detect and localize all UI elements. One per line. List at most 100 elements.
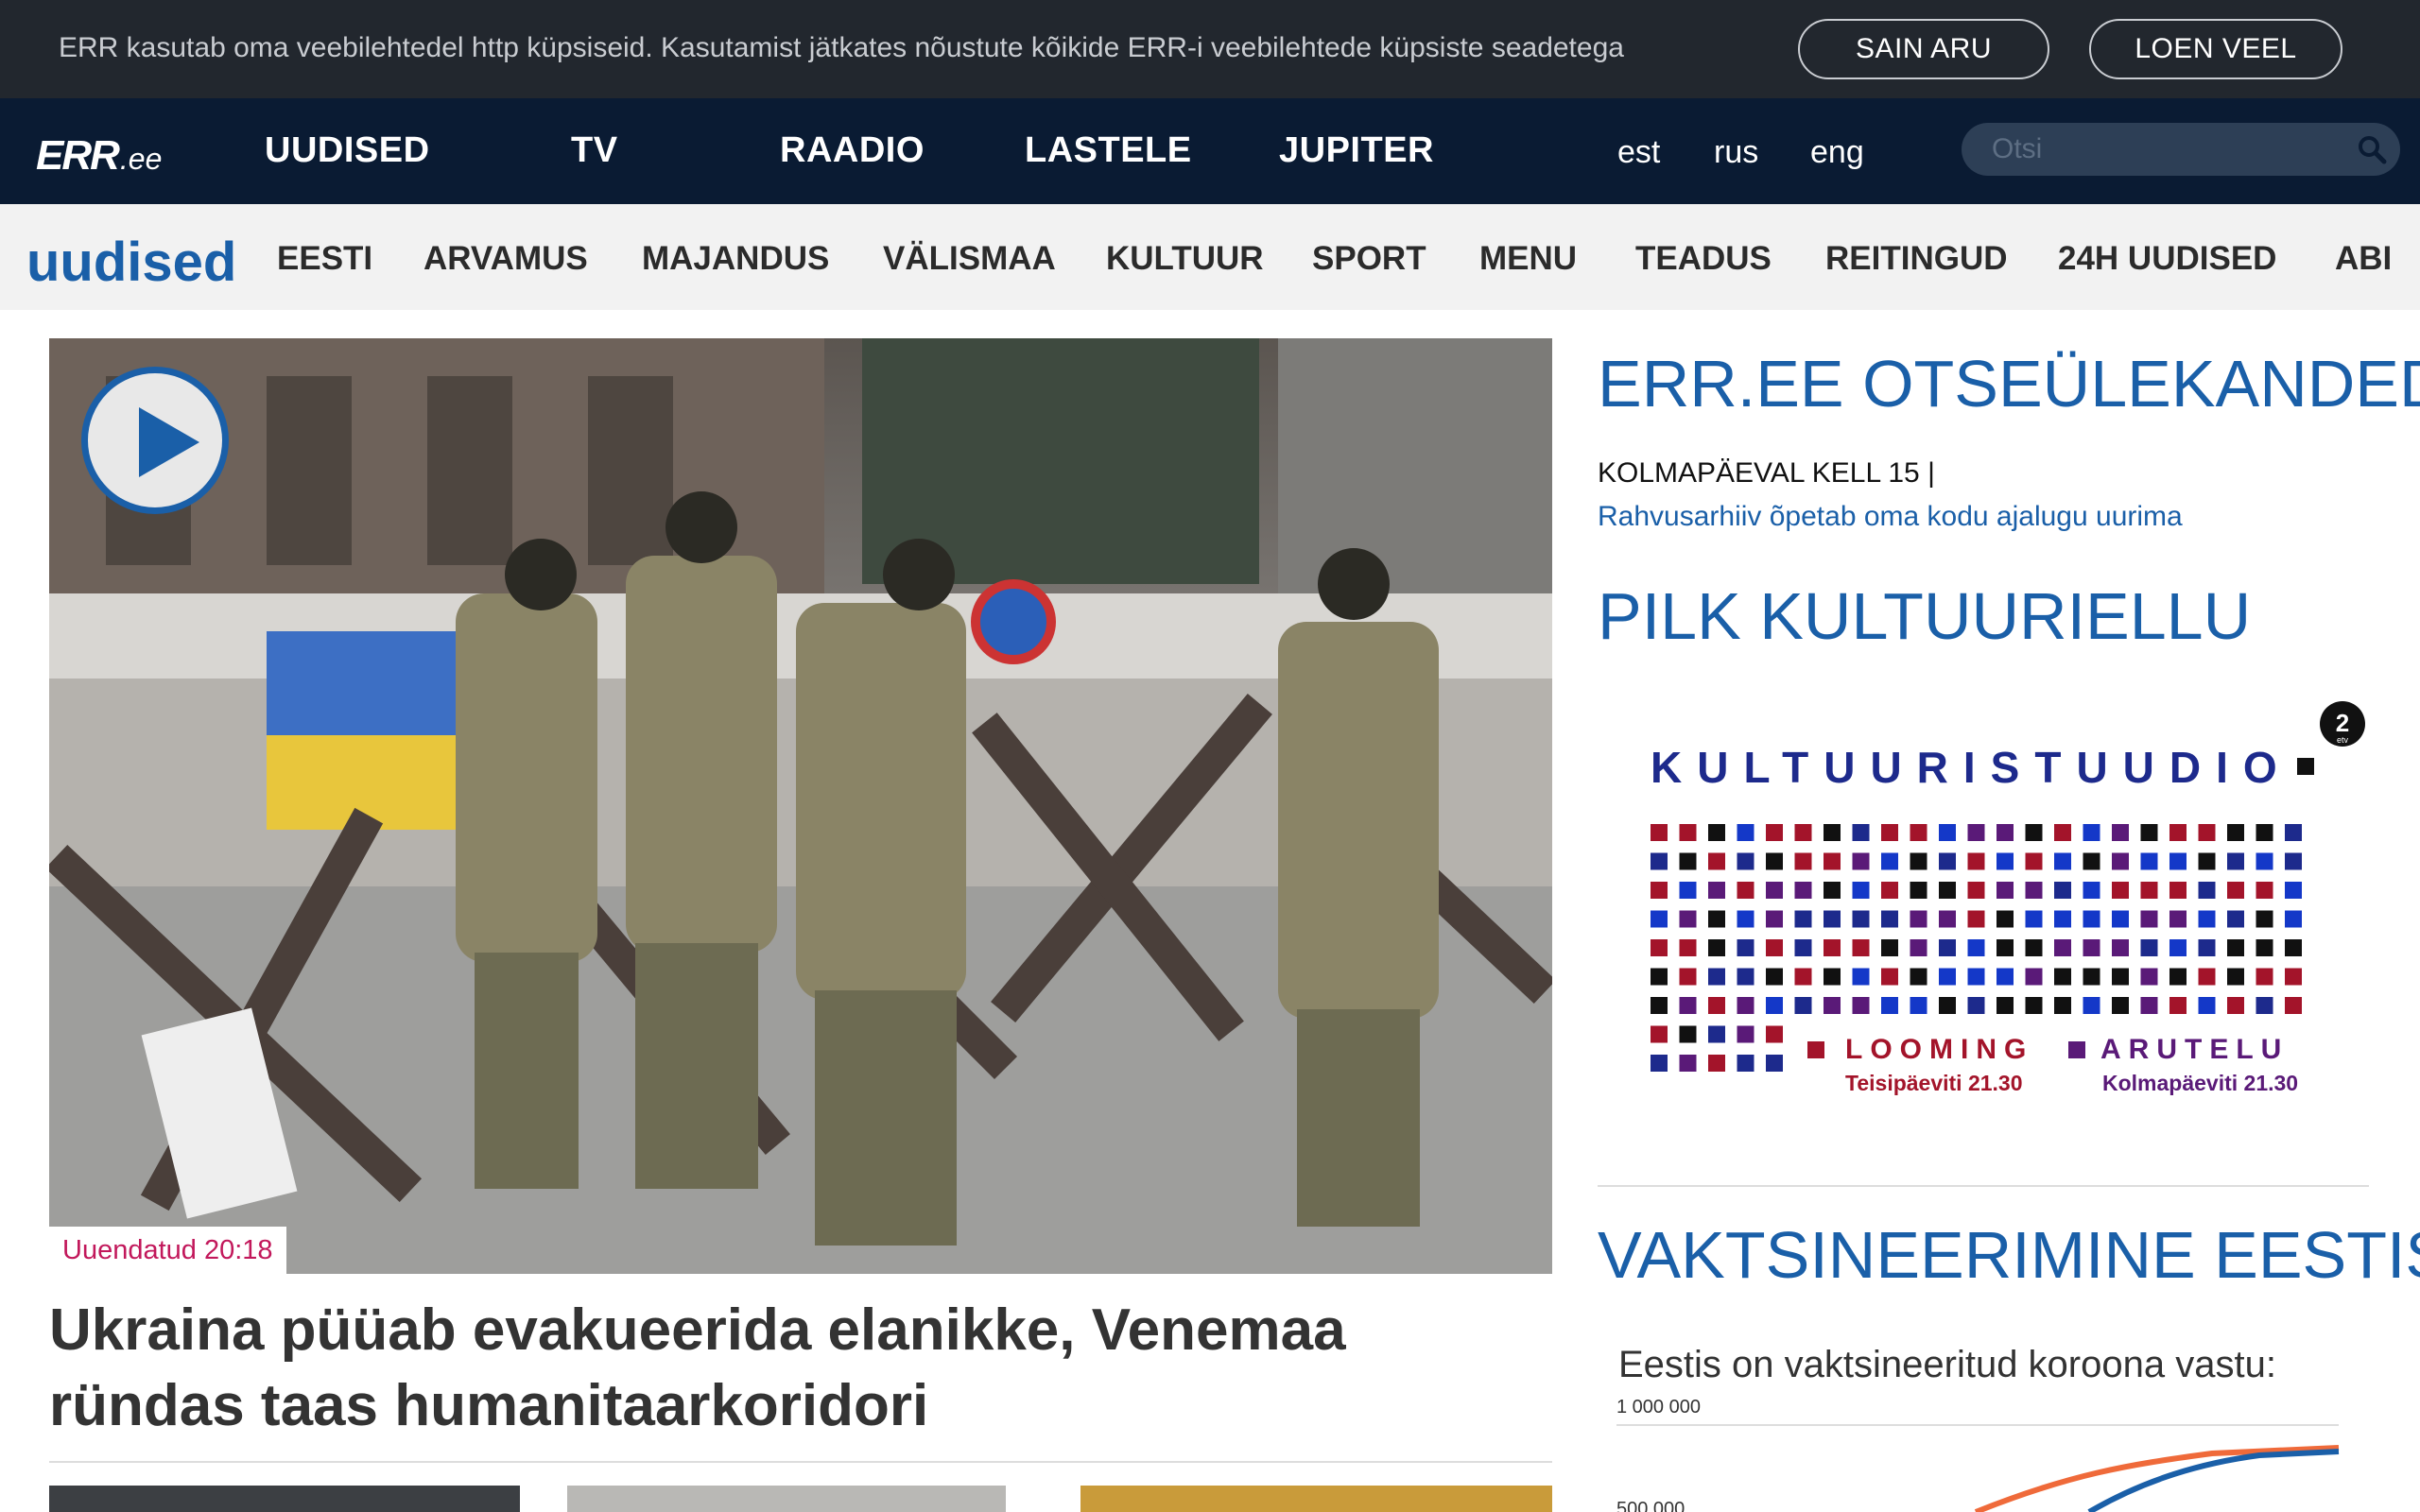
search-box bbox=[1962, 123, 2400, 176]
banner-grid-square bbox=[1737, 824, 1754, 841]
banner-grid-square bbox=[2140, 910, 2158, 928]
section-item-kultuur[interactable]: KULTUUR bbox=[1106, 240, 1264, 278]
banner-grid-square bbox=[1679, 910, 1697, 928]
live-broadcast-link[interactable]: Rahvusarhiiv õpetab oma kodu ajalugu uur… bbox=[1598, 501, 2183, 533]
banner-grid-square bbox=[1766, 824, 1783, 841]
banner-grid-square bbox=[2083, 910, 2100, 928]
section-item-teadus[interactable]: TEADUS bbox=[1635, 240, 1772, 278]
article-thumbnail[interactable] bbox=[1080, 1486, 1552, 1512]
banner-grid-square bbox=[1939, 939, 1956, 956]
banner-grid-square bbox=[1996, 997, 2014, 1014]
banner-grid-square bbox=[1939, 852, 1956, 870]
banner-grid-square bbox=[2140, 997, 2158, 1014]
banner-grid-square bbox=[2256, 882, 2273, 899]
banner-grid-square bbox=[1881, 852, 1898, 870]
play-video-button[interactable] bbox=[81, 367, 229, 514]
lang-est-link[interactable]: est bbox=[1617, 134, 1660, 171]
live-broadcasts-heading[interactable]: ERR.EE OTSEÜLEKANDED bbox=[1598, 346, 2420, 421]
banner-grid-square bbox=[1651, 939, 1668, 956]
banner-grid-square bbox=[2169, 997, 2187, 1014]
banner-grid-square bbox=[1852, 910, 1870, 928]
banner-grid-square bbox=[2285, 939, 2302, 956]
nav-item-raadio[interactable]: RAADIO bbox=[780, 130, 925, 171]
article-thumbnail[interactable] bbox=[49, 1486, 520, 1512]
banner-left-label: LOOMING bbox=[1845, 1034, 2033, 1065]
section-item-reitingud[interactable]: REITINGUD bbox=[1825, 240, 2008, 278]
banner-grid-square bbox=[1910, 910, 1927, 928]
banner-grid-square bbox=[2227, 997, 2244, 1014]
banner-grid-square bbox=[2285, 968, 2302, 986]
channel-badge-text: 2 bbox=[2336, 709, 2349, 737]
section-item-abi[interactable]: ABI bbox=[2335, 240, 2392, 278]
section-item-24h-uudised[interactable]: 24H UUDISED bbox=[2058, 240, 2276, 278]
banner-grid-square bbox=[1651, 968, 1668, 986]
section-item-eesti[interactable]: EESTI bbox=[277, 240, 372, 278]
cookie-read-more-button[interactable]: LOEN VEEL bbox=[2089, 19, 2342, 79]
banner-grid-square bbox=[1766, 1025, 1783, 1043]
lang-rus-link[interactable]: rus bbox=[1714, 134, 1758, 171]
search-icon[interactable] bbox=[2357, 134, 2387, 164]
banner-grid-square bbox=[1766, 997, 1783, 1014]
banner-grid-square bbox=[1967, 852, 1985, 870]
kultuuristuudio-banner[interactable]: 2 etv KULTUURISTUUDIO LOOMING Teisipäevi… bbox=[1598, 690, 2369, 1115]
banner-grid-square bbox=[1881, 968, 1898, 986]
banner-square-grid bbox=[1651, 758, 2314, 1072]
banner-grid-square bbox=[1679, 939, 1697, 956]
culture-heading[interactable]: PILK KULTUURIELLU bbox=[1598, 578, 2251, 654]
article-thumbnail[interactable] bbox=[567, 1486, 1006, 1512]
updated-time-badge: Uuendatud 20:18 bbox=[49, 1227, 286, 1274]
banner-grid-square bbox=[1651, 910, 1668, 928]
banner-grid-square bbox=[1910, 968, 1927, 986]
nav-item-tv[interactable]: TV bbox=[571, 130, 618, 171]
hero-article-title[interactable]: Ukraina püüab evakueerida elanikke, Vene… bbox=[49, 1293, 1552, 1444]
banner-grid-square bbox=[1996, 882, 2014, 899]
banner-grid-square bbox=[1852, 882, 1870, 899]
banner-grid-square bbox=[1910, 997, 1927, 1014]
banner-grid-square bbox=[1824, 910, 1841, 928]
banner-grid-square bbox=[2227, 910, 2244, 928]
hero-article-image[interactable] bbox=[49, 338, 1552, 1274]
banner-grid-square bbox=[1852, 852, 1870, 870]
banner-grid-square bbox=[2054, 968, 2071, 986]
live-broadcast-time: KOLMAPÄEVAL KELL 15 | bbox=[1598, 457, 1935, 489]
nav-item-jupiter[interactable]: JUPITER bbox=[1279, 130, 1434, 171]
sidebar-divider bbox=[1598, 1185, 2369, 1187]
search-input[interactable] bbox=[1992, 132, 2332, 166]
vaccination-chart-lines bbox=[1616, 1424, 2340, 1512]
banner-grid-square bbox=[2140, 824, 2158, 841]
banner-grid-square bbox=[1794, 968, 1812, 986]
banner-grid-square bbox=[1824, 997, 1841, 1014]
err-logo[interactable]: ERR .ee bbox=[36, 132, 162, 179]
banner-grid-square bbox=[2083, 968, 2100, 986]
banner-grid-square bbox=[2169, 852, 2187, 870]
banner-grid-square bbox=[2198, 968, 2216, 986]
banner-grid-square bbox=[1939, 882, 1956, 899]
nav-item-uudised[interactable]: UUDISED bbox=[265, 130, 430, 171]
banner-grid-square bbox=[1766, 852, 1783, 870]
banner-grid-square bbox=[1910, 824, 1927, 841]
section-item-arvamus[interactable]: ARVAMUS bbox=[424, 240, 588, 278]
banner-grid-square bbox=[1939, 968, 1956, 986]
lang-eng-link[interactable]: eng bbox=[1810, 134, 1864, 171]
banner-grid-square bbox=[2025, 824, 2043, 841]
section-item-sport[interactable]: SPORT bbox=[1312, 240, 1426, 278]
vaccination-chart[interactable]: Eestis on vaktsineeritud koroona vastu: … bbox=[1598, 1332, 2369, 1512]
vaccination-heading[interactable]: VAKTSINEERIMINE EESTIS bbox=[1598, 1217, 2420, 1293]
banner-grid-square bbox=[2025, 939, 2043, 956]
banner-grid-square bbox=[1881, 882, 1898, 899]
banner-grid-square bbox=[1708, 824, 1725, 841]
banner-grid-square bbox=[2083, 852, 2100, 870]
banner-grid-square bbox=[1679, 852, 1697, 870]
section-item-valismaa[interactable]: VÄLISMAA bbox=[883, 240, 1056, 278]
nav-item-lastele[interactable]: LASTELE bbox=[1025, 130, 1192, 171]
banner-grid-square bbox=[1708, 968, 1725, 986]
banner-grid-square bbox=[1708, 882, 1725, 899]
section-logo[interactable]: uudised bbox=[26, 231, 236, 294]
banner-grid-square bbox=[2169, 939, 2187, 956]
cookie-agree-button[interactable]: SAIN ARU bbox=[1798, 19, 2049, 79]
section-item-menu[interactable]: MENU bbox=[1479, 240, 1577, 278]
banner-grid-square bbox=[1794, 852, 1812, 870]
section-item-majandus[interactable]: MAJANDUS bbox=[642, 240, 829, 278]
banner-grid-square bbox=[1939, 910, 1956, 928]
banner-grid-square bbox=[2198, 910, 2216, 928]
